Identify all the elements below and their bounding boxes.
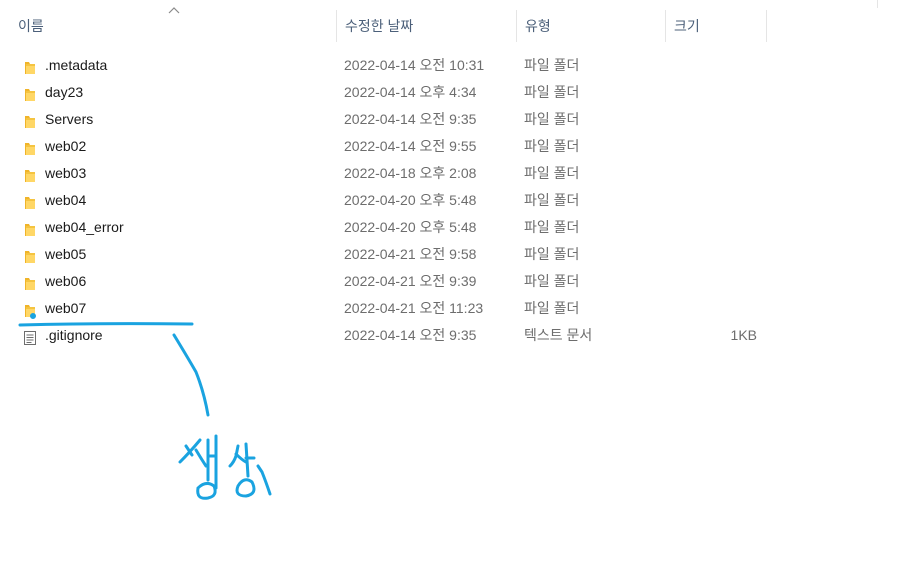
file-row[interactable]: web07 2022-04-21 오전 11:23 파일 폴더 bbox=[0, 295, 912, 322]
file-row[interactable]: web03 2022-04-18 오후 2:08 파일 폴더 bbox=[0, 160, 912, 187]
column-header-type[interactable]: 유형 bbox=[517, 0, 665, 42]
file-name: .gitignore bbox=[45, 327, 103, 343]
file-modified-date: 2022-04-20 오후 5:48 bbox=[344, 219, 477, 235]
file-name: day23 bbox=[45, 84, 84, 100]
file-type: 파일 폴더 bbox=[524, 300, 580, 316]
file-modified-date: 2022-04-21 오전 9:39 bbox=[344, 273, 477, 289]
file-name: web05 bbox=[45, 246, 87, 262]
file-size: 1KB bbox=[730, 327, 757, 343]
file-name: Servers bbox=[45, 111, 94, 127]
file-type: 파일 폴더 bbox=[524, 84, 580, 100]
file-type: 파일 폴더 bbox=[524, 246, 580, 262]
file-type: 파일 폴더 bbox=[524, 138, 580, 154]
column-divider[interactable] bbox=[766, 10, 767, 42]
file-type: 파일 폴더 bbox=[524, 165, 580, 181]
folder-icon bbox=[22, 247, 38, 263]
file-name: web06 bbox=[45, 273, 87, 289]
file-modified-date: 2022-04-14 오전 9:35 bbox=[344, 111, 477, 127]
file-row[interactable]: web04 2022-04-20 오후 5:48 파일 폴더 bbox=[0, 187, 912, 214]
file-type: 파일 폴더 bbox=[524, 273, 580, 289]
file-row[interactable]: web02 2022-04-14 오전 9:55 파일 폴더 bbox=[0, 133, 912, 160]
file-modified-date: 2022-04-14 오전 10:31 bbox=[344, 57, 485, 73]
folder-icon bbox=[22, 58, 38, 74]
file-name: web03 bbox=[45, 165, 87, 181]
folder-icon bbox=[22, 301, 38, 317]
file-row[interactable]: day23 2022-04-14 오후 4:34 파일 폴더 bbox=[0, 79, 912, 106]
file-row[interactable]: web06 2022-04-21 오전 9:39 파일 폴더 bbox=[0, 268, 912, 295]
file-modified-date: 2022-04-14 오전 9:35 bbox=[344, 327, 477, 343]
column-header-size[interactable]: 크기 bbox=[666, 0, 766, 42]
folder-icon bbox=[22, 193, 38, 209]
folder-icon bbox=[22, 85, 38, 101]
text-document-icon bbox=[22, 328, 38, 345]
file-row[interactable]: web04_error 2022-04-20 오후 5:48 파일 폴더 bbox=[0, 214, 912, 241]
column-header-bar: 이름 수정한 날짜 유형 크기 bbox=[0, 0, 912, 43]
file-type: 파일 폴더 bbox=[524, 219, 580, 235]
file-modified-date: 2022-04-18 오후 2:08 bbox=[344, 165, 477, 181]
file-type: 파일 폴더 bbox=[524, 111, 580, 127]
file-name: web07 bbox=[45, 300, 87, 316]
file-row[interactable]: Servers 2022-04-14 오전 9:35 파일 폴더 bbox=[0, 106, 912, 133]
folder-icon bbox=[22, 112, 38, 128]
column-header-modified[interactable]: 수정한 날짜 bbox=[337, 0, 516, 42]
folder-icon bbox=[22, 274, 38, 290]
column-divider[interactable] bbox=[877, 0, 878, 8]
file-name: web02 bbox=[45, 138, 87, 154]
sort-ascending-icon bbox=[168, 7, 180, 14]
file-modified-date: 2022-04-21 오전 11:23 bbox=[344, 300, 484, 316]
file-modified-date: 2022-04-14 오후 4:34 bbox=[344, 84, 477, 100]
folder-icon bbox=[22, 139, 38, 155]
file-type: 텍스트 문서 bbox=[524, 327, 593, 343]
file-name: .metadata bbox=[45, 57, 108, 73]
file-name: web04 bbox=[45, 192, 87, 208]
file-modified-date: 2022-04-14 오전 9:55 bbox=[344, 138, 477, 154]
file-row[interactable]: web05 2022-04-21 오전 9:58 파일 폴더 bbox=[0, 241, 912, 268]
file-type: 파일 폴더 bbox=[524, 57, 580, 73]
folder-icon bbox=[22, 220, 38, 236]
file-row[interactable]: .metadata 2022-04-14 오전 10:31 파일 폴더 bbox=[0, 52, 912, 79]
folder-icon bbox=[22, 166, 38, 182]
file-type: 파일 폴더 bbox=[524, 192, 580, 208]
handwritten-text-saengseong bbox=[178, 434, 272, 500]
file-modified-date: 2022-04-21 오전 9:58 bbox=[344, 246, 477, 262]
file-name: web04_error bbox=[45, 219, 124, 235]
file-modified-date: 2022-04-20 오후 5:48 bbox=[344, 192, 477, 208]
file-row[interactable]: .gitignore 2022-04-14 오전 9:35 텍스트 문서 1KB bbox=[0, 322, 912, 349]
